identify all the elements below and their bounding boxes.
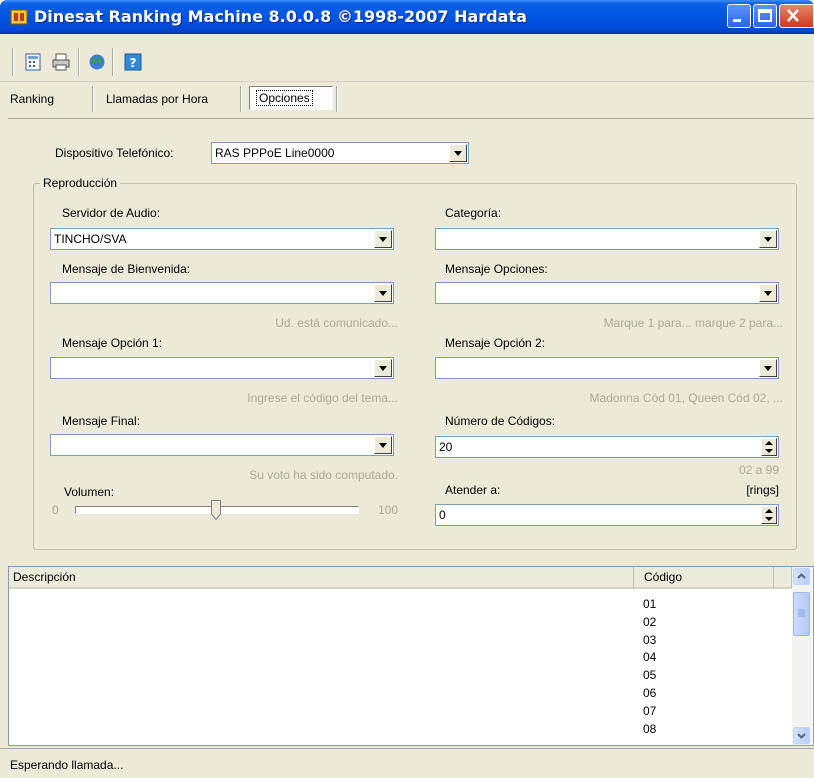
chevron-down-icon[interactable] [759, 230, 777, 248]
list-item[interactable]: 03 [643, 632, 656, 649]
list-item[interactable]: 05 [643, 667, 656, 684]
num-codigos-label: Número de Códigos: [445, 414, 556, 428]
group-title: Reproducción [40, 176, 121, 190]
final-hint: Su voto ha sido computado. [249, 468, 398, 482]
final-label: Mensaje Final: [62, 414, 141, 428]
categoria-label: Categoría: [445, 206, 502, 220]
volumen-label: Volumen: [64, 485, 115, 499]
chevron-down-icon[interactable] [449, 144, 467, 162]
svg-text:?: ? [130, 56, 137, 70]
toolbar-separator [112, 48, 114, 76]
spinner-arrows-icon[interactable] [761, 506, 777, 524]
tab-ranking[interactable]: Ranking [4, 86, 60, 112]
categoria-select[interactable] [435, 228, 779, 250]
printer-icon[interactable] [52, 53, 70, 71]
app-icon [10, 8, 28, 26]
bienvenida-select[interactable] [50, 282, 394, 304]
opcion1-select[interactable] [50, 357, 394, 379]
bienvenida-label: Mensaje de Bienvenida: [62, 262, 191, 276]
chevron-down-icon[interactable] [759, 359, 777, 377]
tab-llamadas-por-hora[interactable]: Llamadas por Hora [100, 86, 214, 112]
scroll-down-button[interactable] [793, 727, 810, 744]
servidor-value: TINCHO/SVA [54, 232, 127, 246]
tab-opciones-label: Opciones [256, 90, 313, 106]
status-text: Esperando llamada... [10, 758, 124, 772]
atender-value: 0 [439, 508, 446, 522]
scroll-thumb[interactable] [793, 592, 810, 636]
num-codigos-value: 20 [439, 440, 453, 454]
list-item[interactable]: 02 [643, 614, 656, 631]
scroll-up-button[interactable] [793, 568, 810, 585]
toolbar [0, 34, 814, 82]
list-item[interactable]: 07 [643, 703, 656, 720]
help-icon[interactable]: ? [124, 53, 142, 71]
tab-separator [240, 86, 242, 112]
codes-list[interactable] [8, 566, 814, 746]
toolbar-separator [78, 48, 80, 76]
atender-unit: [rings] [746, 483, 779, 497]
tab-separator [336, 86, 338, 112]
chevron-down-icon[interactable] [759, 284, 777, 302]
window-title: Dinesat Ranking Machine 8.0.0.8 ©1998-20… [34, 7, 527, 26]
opcion1-label: Mensaje Opción 1: [62, 336, 163, 350]
opcion2-hint: Madonna Cód 01, Queen Cód 02, ... [589, 391, 783, 405]
servidor-select[interactable]: TINCHO/SVA [50, 228, 394, 250]
opcion1-hint: Ingrese el código del tema... [247, 391, 398, 405]
opciones-label: Mensaje Opciones: [445, 262, 548, 276]
maximize-button[interactable] [753, 4, 777, 28]
minimize-button[interactable] [727, 4, 751, 28]
opcion2-select[interactable] [435, 357, 779, 379]
chevron-down-icon[interactable] [374, 359, 392, 377]
dispositivo-label: Dispositivo Telefónico: [55, 146, 174, 160]
chevron-down-icon[interactable] [374, 284, 392, 302]
chevron-down-icon[interactable] [374, 436, 392, 454]
volumen-slider-thumb[interactable] [211, 500, 221, 521]
close-button[interactable] [779, 4, 814, 28]
list-item[interactable]: 01 [643, 596, 656, 613]
toolbar-grip [12, 48, 14, 76]
tab-opciones[interactable]: Opciones [249, 86, 333, 110]
column-header-filler [774, 567, 792, 589]
final-select[interactable] [50, 434, 394, 456]
opcion2-label: Mensaje Opción 2: [445, 336, 546, 350]
list-item[interactable]: 08 [643, 721, 656, 738]
calculator-icon[interactable] [24, 53, 42, 71]
atender-label: Atender a: [445, 483, 501, 497]
num-codigos-spinner[interactable]: 20 [435, 436, 779, 458]
list-item[interactable]: 06 [643, 685, 656, 702]
dispositivo-value: RAS PPPoE Line0000 [215, 146, 335, 160]
spinner-arrows-icon[interactable] [761, 438, 777, 456]
volumen-min: 0 [52, 503, 59, 517]
opciones-hint: Marque 1 para... marque 2 para... [603, 316, 783, 330]
chevron-down-icon[interactable] [374, 230, 392, 248]
column-header-descripcion[interactable]: Descripción [9, 567, 634, 589]
column-header-codigo[interactable]: Código [634, 567, 774, 589]
globe-icon[interactable] [88, 53, 106, 71]
bienvenida-hint: Ud. está comunicado... [275, 316, 398, 330]
volumen-max: 100 [377, 503, 398, 517]
list-item[interactable]: 04 [643, 649, 656, 666]
dispositivo-select[interactable]: RAS PPPoE Line0000 [211, 142, 469, 164]
atender-spinner[interactable]: 0 [435, 504, 779, 526]
tab-separator [92, 86, 94, 112]
servidor-label: Servidor de Audio: [62, 206, 161, 220]
num-codigos-range: 02 a 99 [738, 463, 779, 477]
opciones-select[interactable] [435, 282, 779, 304]
